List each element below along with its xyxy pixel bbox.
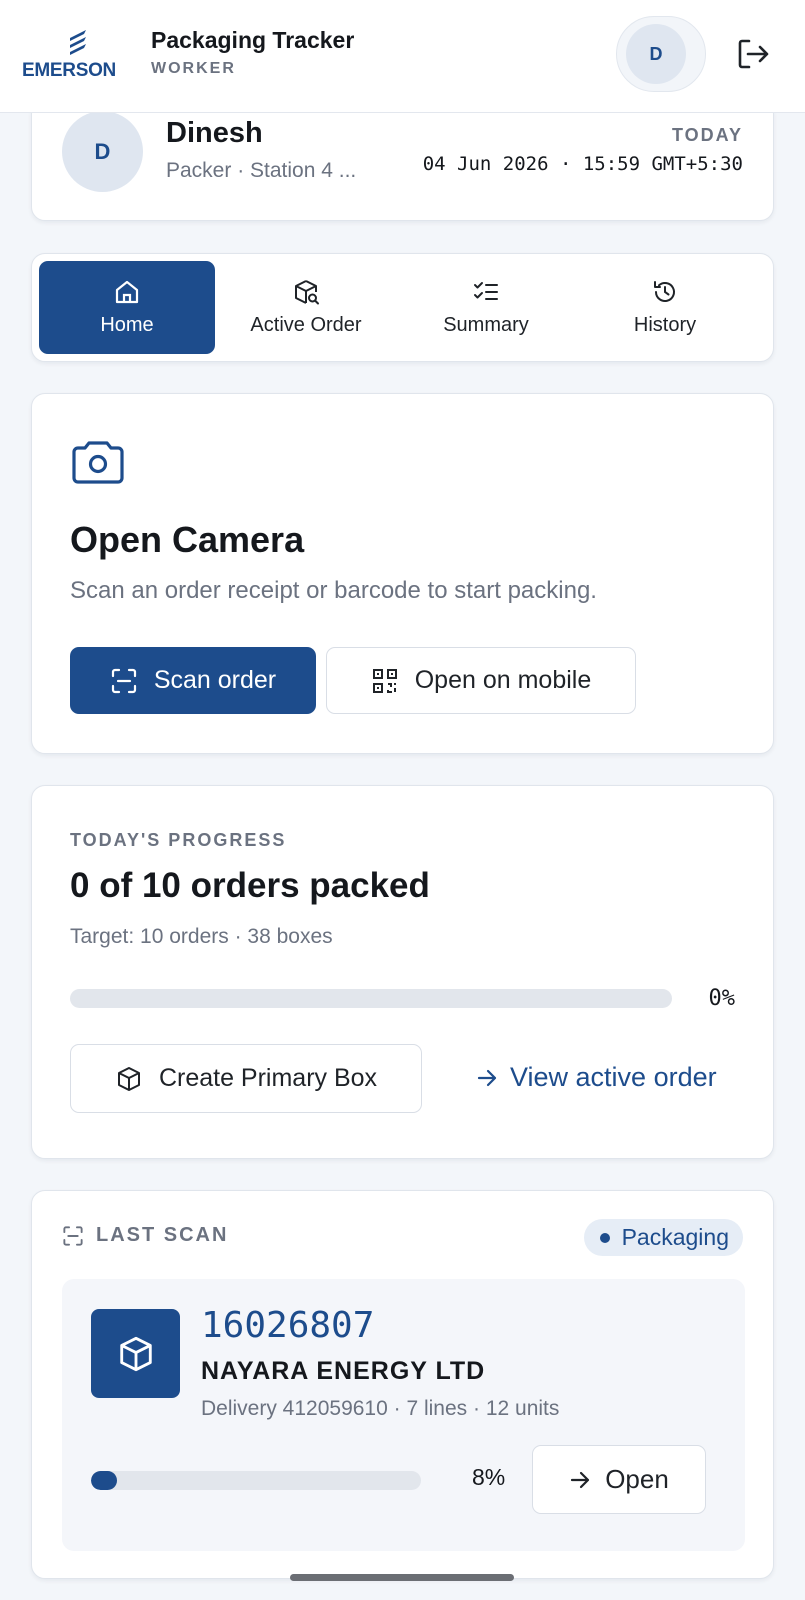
last-scan-card: LAST SCAN Packaging 16026807 NAYARA ENER… bbox=[31, 1190, 774, 1579]
qr-code-icon bbox=[372, 668, 397, 693]
tab-label: History bbox=[633, 314, 697, 336]
todays-progress-card: TODAY'S PROGRESS 0 of 10 orders packed T… bbox=[31, 785, 774, 1159]
open-on-mobile-button[interactable]: Open on mobile bbox=[326, 647, 636, 714]
open-camera-card: Open Camera Scan an order receipt or bar… bbox=[31, 393, 774, 754]
app-title: Packaging Tracker bbox=[151, 27, 355, 53]
account-avatar-button[interactable]: D bbox=[616, 16, 706, 92]
logout-icon[interactable] bbox=[735, 36, 771, 72]
scan-order-button[interactable]: Scan order bbox=[70, 647, 316, 714]
progress-target: Target: 10 orders · 38 boxes bbox=[70, 925, 333, 948]
progress-bar bbox=[70, 989, 672, 1008]
avatar: D bbox=[62, 111, 143, 192]
order-box-icon bbox=[91, 1309, 180, 1398]
scan-icon bbox=[111, 668, 136, 693]
order-progress-fill bbox=[91, 1471, 118, 1490]
camera-icon bbox=[72, 441, 124, 484]
status-dot bbox=[599, 1232, 610, 1243]
today-label: TODAY bbox=[671, 125, 743, 145]
progress-title: 0 of 10 orders packed bbox=[70, 866, 430, 905]
tab-summary[interactable]: Summary bbox=[398, 261, 574, 354]
progress-section-label: TODAY'S PROGRESS bbox=[70, 830, 287, 850]
tab-history[interactable]: History bbox=[577, 261, 753, 354]
box-icon bbox=[119, 1336, 152, 1371]
open-on-mobile-label: Open on mobile bbox=[414, 666, 592, 694]
arrow-right-icon bbox=[477, 1069, 497, 1086]
scan-order-label: Scan order bbox=[153, 666, 277, 694]
history-icon bbox=[654, 281, 675, 302]
current-datetime: 04 Jun 2026 · 15:59 GMT+5:30 bbox=[422, 153, 743, 175]
home-indicator[interactable] bbox=[290, 1574, 514, 1581]
box-icon bbox=[117, 1066, 140, 1091]
tab-label: Summary bbox=[443, 314, 529, 336]
tab-active-order[interactable]: Active Order bbox=[218, 261, 394, 354]
tab-home[interactable]: Home bbox=[39, 261, 215, 354]
tab-label: Active Order bbox=[250, 314, 362, 336]
logo-mark-icon bbox=[70, 30, 86, 55]
order-progress-percent: 8% bbox=[472, 1464, 506, 1490]
top-app-bar: EMERSON Packaging Tracker WORKER D bbox=[0, 0, 805, 113]
open-order-label: Open bbox=[605, 1464, 669, 1494]
worker-name: Dinesh bbox=[166, 117, 263, 149]
create-primary-box-label: Create Primary Box bbox=[158, 1064, 378, 1092]
view-active-order-link[interactable]: View active order bbox=[476, 1044, 717, 1111]
last-scan-header: LAST SCAN bbox=[62, 1224, 228, 1247]
status-badge: Packaging bbox=[583, 1219, 743, 1256]
order-number: 16026807 bbox=[201, 1305, 375, 1346]
last-scan-order: 16026807 NAYARA ENERGY LTD Delivery 4120… bbox=[62, 1279, 745, 1551]
order-progress-bar bbox=[91, 1471, 421, 1490]
create-primary-box-button[interactable]: Create Primary Box bbox=[70, 1044, 422, 1113]
avatar-initial: D bbox=[626, 24, 686, 84]
tab-label: Home bbox=[100, 314, 154, 336]
order-meta: Delivery 412059610 · 7 lines · 12 units bbox=[201, 1397, 560, 1420]
open-order-button[interactable]: Open bbox=[532, 1445, 706, 1514]
logo-text: EMERSON bbox=[22, 60, 116, 81]
user-role: WORKER bbox=[151, 60, 236, 77]
home-icon bbox=[115, 280, 139, 304]
customer-name: NAYARA ENERGY LTD bbox=[201, 1357, 486, 1385]
view-active-order-label: View active order bbox=[510, 1062, 717, 1092]
box-search-icon bbox=[295, 280, 319, 305]
emerson-logo: EMERSON bbox=[22, 28, 134, 84]
status-text: Packaging bbox=[621, 1224, 729, 1250]
progress-percent: 0% bbox=[708, 986, 736, 1011]
last-scan-label: LAST SCAN bbox=[96, 1224, 229, 1246]
checklist-icon bbox=[474, 282, 498, 300]
profile-card: D Dinesh Packer · Station 4 ... TODAY 04… bbox=[31, 100, 774, 221]
tab-bar: Home Active Order Summary History bbox=[31, 253, 774, 362]
camera-subtitle: Scan an order receipt or barcode to star… bbox=[70, 577, 597, 604]
arrow-right-icon bbox=[571, 1471, 590, 1488]
camera-title: Open Camera bbox=[70, 519, 305, 560]
scan-icon bbox=[63, 1225, 83, 1246]
worker-station: Packer · Station 4 ... bbox=[166, 159, 357, 182]
